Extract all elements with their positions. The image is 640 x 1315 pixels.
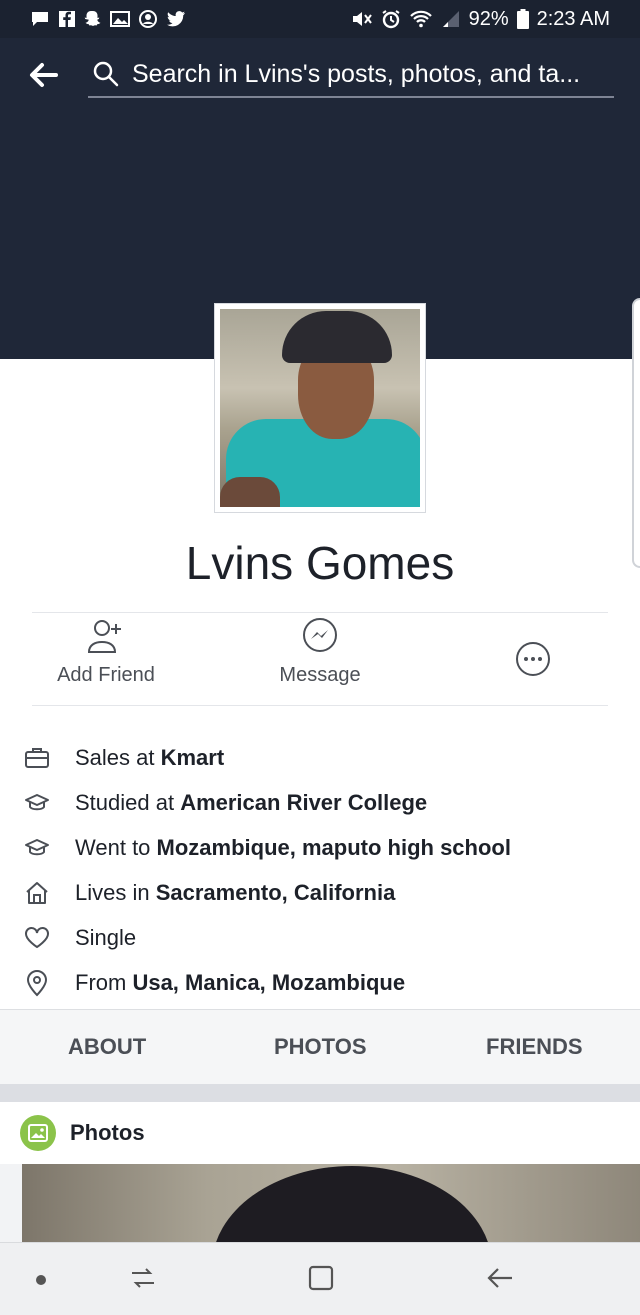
location-pin-icon [22, 968, 52, 998]
tab-about[interactable]: ABOUT [68, 1034, 146, 1060]
intro-value[interactable]: Mozambique, maputo high school [157, 835, 511, 860]
snapchat-notification-icon [84, 11, 101, 26]
intro-prefix: Single [75, 924, 137, 950]
clock: 2:23 AM [536, 7, 610, 30]
intro-prefix: Studied at [75, 789, 181, 815]
graduation-cap-icon [22, 788, 52, 818]
more-icon [516, 642, 550, 676]
search-placeholder: Search in Lvins's posts, photos, and ta.… [132, 59, 581, 88]
intro-list: Sales at Kmart Studied at American River… [22, 735, 622, 1005]
graduation-cap-icon [22, 833, 52, 863]
search-field[interactable]: Search in Lvins's posts, photos, and ta.… [88, 52, 614, 98]
messenger-icon [303, 618, 337, 652]
photos-section-title: Photos [70, 1120, 145, 1145]
message-label: Message [279, 664, 361, 686]
recent-apps-icon[interactable] [128, 1263, 158, 1293]
alarm-icon [382, 10, 400, 29]
intro-value[interactable]: American River College [180, 790, 427, 815]
dot-icon[interactable] [34, 1273, 48, 1287]
home-button-icon[interactable] [306, 1263, 336, 1293]
intro-education[interactable]: Studied at American River College [22, 780, 622, 825]
photos-icon [20, 1115, 56, 1151]
add-friend-icon [87, 620, 121, 653]
intro-value[interactable]: Sacramento, California [156, 880, 396, 905]
mute-icon [352, 12, 372, 26]
intro-value[interactable]: Usa, Manica, Mozambique [132, 970, 405, 995]
twitter-notification-icon [167, 11, 185, 27]
briefcase-icon [22, 743, 52, 773]
intro-prefix: From [75, 969, 133, 995]
back-nav-icon[interactable] [484, 1263, 516, 1293]
section-separator [0, 1084, 640, 1102]
add-friend-button[interactable]: Add Friend [56, 616, 156, 687]
intro-prefix: Lives in [75, 879, 156, 905]
battery-icon [516, 9, 529, 29]
intro-prefix: Sales at [75, 744, 161, 770]
intro-work[interactable]: Sales at Kmart [22, 735, 622, 780]
gallery-notification-icon [110, 11, 130, 27]
status-bar: 92% 2:23 AM [0, 0, 640, 38]
divider [32, 705, 608, 706]
profile-picture[interactable] [214, 303, 426, 513]
photos-section-header[interactable]: Photos [0, 1102, 640, 1164]
scrollbar-edge[interactable] [632, 298, 640, 568]
system-navigation-bar [0, 1242, 640, 1315]
arrow-left-icon [30, 63, 58, 87]
photos-preview [0, 1164, 640, 1242]
add-friend-label: Add Friend [57, 664, 155, 686]
intro-prefix: Went to [75, 834, 157, 860]
intro-hometown[interactable]: From Usa, Manica, Mozambique [22, 960, 622, 1005]
profile-photo [220, 309, 420, 507]
search-icon [93, 61, 119, 87]
photo-thumbnail[interactable] [22, 1164, 640, 1242]
profile-tabs: ABOUT PHOTOS FRIENDS [0, 1009, 640, 1084]
at-sign-icon [139, 10, 157, 28]
heart-icon [22, 923, 52, 953]
battery-percentage: 92% [468, 7, 509, 30]
profile-name: Lvins Gomes [185, 537, 455, 589]
wifi-icon [409, 10, 432, 28]
divider [32, 612, 608, 613]
intro-education[interactable]: Went to Mozambique, maputo high school [22, 825, 622, 870]
tab-photos[interactable]: PHOTOS [274, 1034, 367, 1060]
intro-value[interactable]: Kmart [161, 745, 225, 770]
intro-relationship: Single [22, 915, 622, 960]
message-button[interactable]: Message [276, 616, 364, 687]
profile-actions: Add Friend Message [0, 616, 640, 706]
intro-residence[interactable]: Lives in Sacramento, California [22, 870, 622, 915]
home-icon [22, 878, 52, 908]
signal-icon [442, 11, 459, 27]
facebook-notification-icon [59, 11, 75, 27]
tab-friends[interactable]: FRIENDS [486, 1034, 583, 1060]
chat-notification-icon [32, 12, 48, 26]
back-button[interactable] [26, 58, 60, 92]
more-options-button[interactable] [514, 640, 552, 678]
